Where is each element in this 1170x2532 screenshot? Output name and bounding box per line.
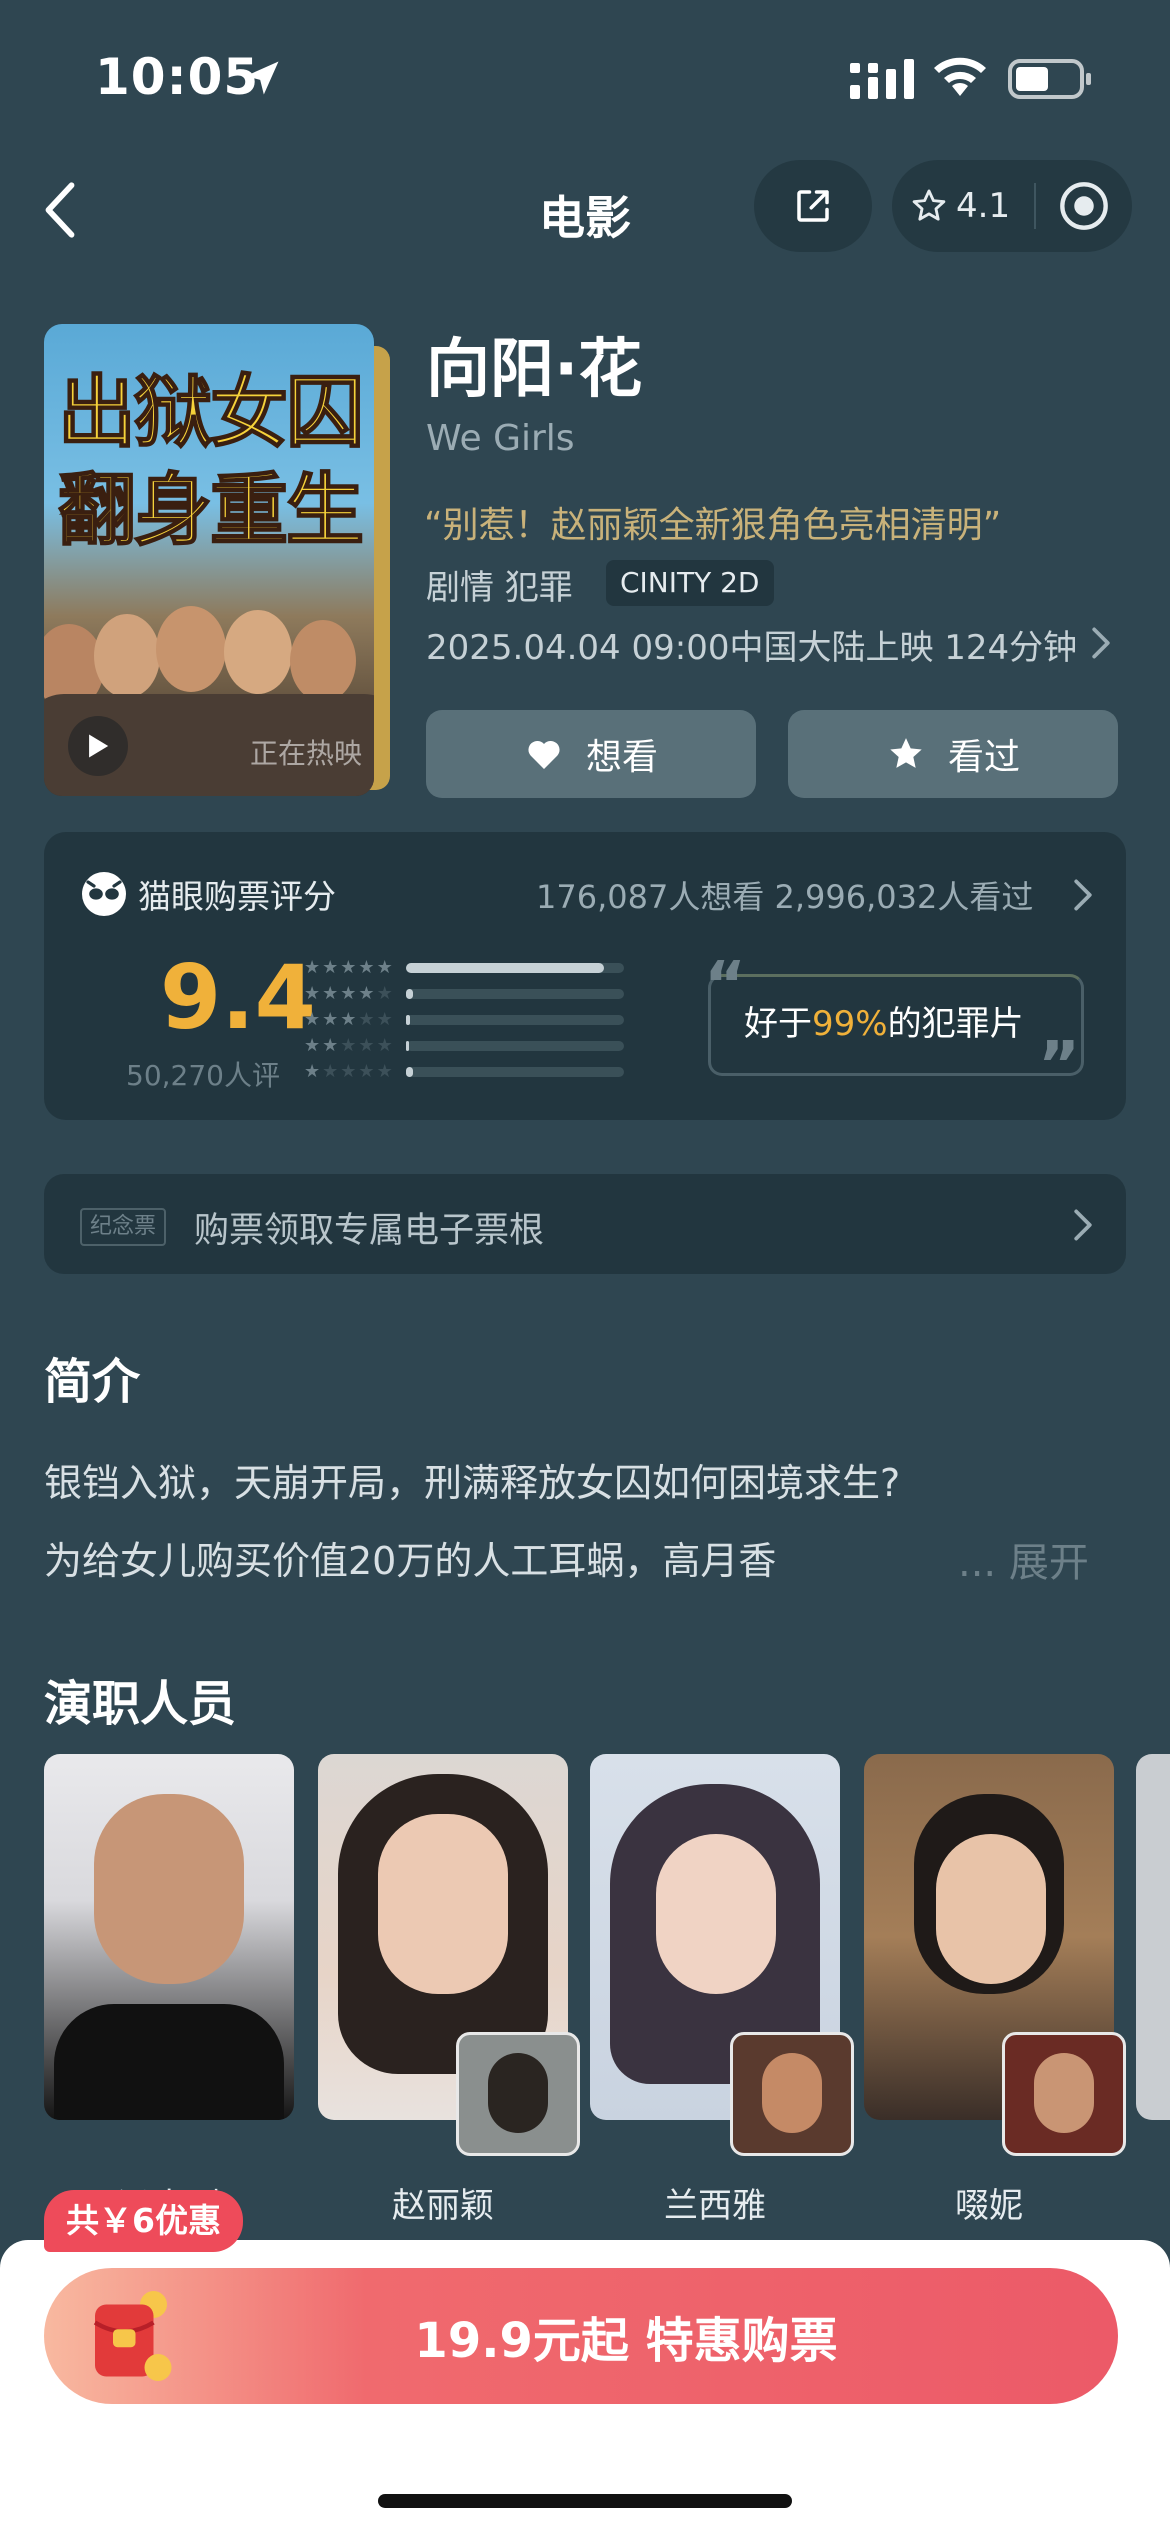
- battery-icon: [1008, 59, 1091, 99]
- score-bar-fill: [406, 1015, 411, 1025]
- cast-title: 演职人员: [44, 1676, 237, 1732]
- role-still-thumbnail: [730, 2032, 854, 2156]
- star-level-3: ★ ★ ★ ★ ★: [304, 1009, 393, 1030]
- cast-photo: [936, 1834, 1046, 1984]
- score-people-count: 50,270人评: [126, 1059, 280, 1092]
- ticket-text: 购票领取专属电子票根: [194, 1211, 545, 1251]
- cast-photo-body: [54, 2004, 284, 2120]
- poster-figure: [94, 614, 160, 698]
- format-badge: CINITY 2D: [606, 560, 774, 606]
- score-value: 9.4: [160, 946, 316, 1049]
- poster-figure: [224, 610, 292, 694]
- cast-name: 兰西雅: [664, 2186, 766, 2226]
- score-bar-fill: [406, 989, 413, 999]
- score-bar-3: [406, 1015, 624, 1025]
- score-label: 猫眼购票评分: [138, 877, 336, 916]
- score-bar-fill: [406, 1041, 410, 1051]
- ranking-percent: 99%: [812, 1004, 888, 1044]
- poster-corner-text: 正在热映: [249, 737, 362, 770]
- expand-synopsis-button[interactable]: ... 展开: [958, 1530, 1089, 1588]
- want-watched-counts: 176,087人想看 2,996,032人看过: [536, 878, 1034, 916]
- movie-tagline: “别惹！赵丽颖全新狠角色亮相清明”: [424, 505, 1002, 546]
- star-level-4: ★ ★ ★ ★ ★: [304, 983, 393, 1004]
- home-indicator: [378, 2494, 792, 2508]
- ranking-suffix: 的犯罪片: [887, 1004, 1024, 1044]
- status-time: 10:05: [95, 48, 260, 106]
- synopsis-line-2: 为给女儿购买价值20万的人工耳蜗，高月香: [44, 1539, 777, 1583]
- movie-title: 向阳·花: [426, 333, 643, 407]
- quote-open-icon: “: [704, 949, 747, 1023]
- chevron-right-icon: [1092, 627, 1110, 659]
- role-still-thumbnail: [1002, 2032, 1126, 2156]
- cast-photo: [378, 1814, 508, 1994]
- share-button[interactable]: [754, 160, 872, 252]
- chevron-right-icon: [1074, 1209, 1092, 1241]
- score-bar-fill: [406, 1067, 413, 1077]
- star-outline-icon: [912, 189, 946, 221]
- ticket-tag: 纪念票: [80, 1208, 167, 1246]
- quote-close-icon: ”: [1038, 1029, 1081, 1103]
- ranking-text: 好于99%的犯罪片: [744, 996, 1024, 1045]
- chevron-right-icon: [1074, 879, 1092, 911]
- cast-name: 啜妮: [955, 2186, 1023, 2226]
- score-bar-4: [406, 989, 624, 999]
- movie-genre: 剧情 犯罪: [426, 568, 573, 608]
- play-trailer-button[interactable]: [68, 716, 128, 776]
- maoyan-cat-icon: [82, 872, 126, 916]
- movie-english-title: We Girls: [426, 418, 575, 459]
- star-level-5: ★ ★ ★ ★ ★: [304, 957, 393, 978]
- cast-photo: [656, 1834, 776, 1994]
- star-level-2: ★ ★ ★ ★ ★: [304, 1035, 393, 1056]
- discount-badge: 共￥6优惠: [44, 2190, 243, 2252]
- capsule-divider: [1034, 183, 1037, 229]
- score-bar-fill: [406, 963, 605, 973]
- buy-ticket-button[interactable]: 19.9元起 特惠购票: [44, 2268, 1118, 2404]
- ranking-prefix: 好于: [744, 1004, 812, 1044]
- star-level-1: ★ ★ ★ ★ ★: [304, 1061, 393, 1082]
- cast-name: 赵丽颖: [392, 2186, 494, 2226]
- heart-icon: [528, 740, 560, 769]
- want-to-see-label: 想看: [585, 737, 658, 778]
- poster-slogan-line1: 出狱女囚: [57, 367, 365, 459]
- poster-figure: [156, 606, 226, 692]
- cast-photo: [94, 1794, 244, 1984]
- close-target-icon: [1060, 182, 1108, 230]
- release-info[interactable]: 2025.04.04 09:00中国大陆上映 124分钟: [426, 620, 1077, 669]
- mini-program-rating: 4.1: [956, 186, 1011, 226]
- role-still-thumbnail: [456, 2032, 580, 2156]
- rating-capsule[interactable]: 4.1: [892, 160, 1132, 252]
- want-to-see-button[interactable]: 想看: [426, 710, 756, 798]
- score-bar-5: [406, 963, 624, 973]
- movie-poster[interactable]: 出狱女囚 翻身重生 正在热映: [44, 324, 374, 796]
- cast-card-partial[interactable]: [1136, 1754, 1170, 2120]
- play-icon: [89, 734, 109, 758]
- location-arrow-icon: [245, 61, 279, 95]
- poster-slogan-line2: 翻身重生: [57, 465, 365, 557]
- score-bar-1: [406, 1067, 624, 1077]
- cast-card[interactable]: [44, 1754, 294, 2120]
- synopsis-line-1: 银铛入狱，天崩开局，刑满释放女囚如何困境求生?: [44, 1461, 901, 1505]
- red-packet-icon: [93, 2291, 172, 2381]
- poster-slogan: 出狱女囚 翻身重生: [57, 364, 365, 560]
- score-bar-2: [406, 1041, 624, 1051]
- watched-label: 看过: [947, 737, 1020, 778]
- wifi-icon: [934, 57, 986, 96]
- share-icon: [797, 190, 829, 222]
- poster-figure: [290, 620, 356, 702]
- watched-button[interactable]: 看过: [788, 710, 1118, 798]
- synopsis-title: 简介: [44, 1354, 141, 1410]
- cellular-signal-icon: [850, 59, 914, 99]
- star-icon: [890, 738, 922, 768]
- buy-ticket-label: 19.9元起 特惠购票: [414, 2313, 838, 2369]
